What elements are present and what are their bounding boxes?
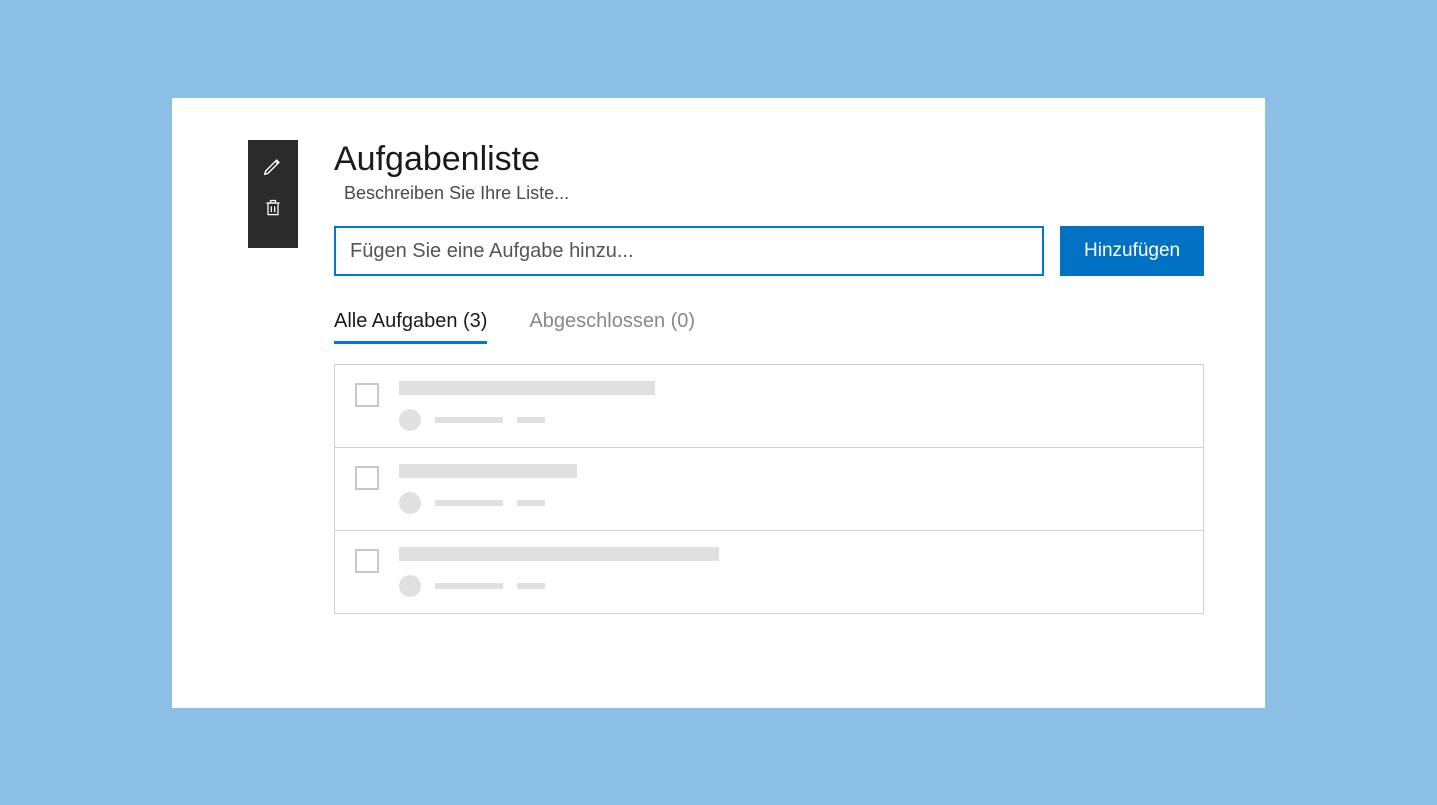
task-row[interactable] [335, 448, 1203, 531]
placeholder-text [517, 500, 545, 506]
task-input[interactable] [334, 226, 1044, 276]
add-task-row: Hinzufügen [334, 226, 1204, 276]
main-content: Aufgabenliste Beschreiben Sie Ihre Liste… [334, 140, 1204, 678]
task-row[interactable] [335, 531, 1203, 613]
task-checkbox[interactable] [355, 466, 379, 490]
task-row[interactable] [335, 365, 1203, 448]
task-list [334, 364, 1204, 614]
task-list-card: Aufgabenliste Beschreiben Sie Ihre Liste… [172, 98, 1265, 708]
page-subtitle[interactable]: Beschreiben Sie Ihre Liste... [344, 183, 1204, 204]
placeholder-line [399, 464, 577, 478]
tab-completed[interactable]: Abgeschlossen (0) [529, 310, 695, 344]
placeholder-line [399, 547, 719, 561]
task-checkbox[interactable] [355, 383, 379, 407]
placeholder-meta [399, 492, 1183, 514]
pencil-icon [262, 155, 284, 177]
placeholder-text [435, 583, 503, 589]
tab-all-tasks[interactable]: Alle Aufgaben (3) [334, 310, 487, 344]
task-placeholder-content [399, 547, 1183, 597]
add-button[interactable]: Hinzufügen [1060, 226, 1204, 276]
delete-button[interactable] [261, 196, 285, 220]
placeholder-text [517, 583, 545, 589]
task-checkbox[interactable] [355, 549, 379, 573]
placeholder-text [435, 417, 503, 423]
placeholder-avatar [399, 575, 421, 597]
placeholder-meta [399, 409, 1183, 431]
page-title: Aufgabenliste [334, 140, 1204, 179]
placeholder-line [399, 381, 655, 395]
placeholder-text [435, 500, 503, 506]
filter-tabs: Alle Aufgaben (3) Abgeschlossen (0) [334, 310, 1204, 344]
task-placeholder-content [399, 464, 1183, 514]
action-sidebar [248, 140, 298, 248]
placeholder-meta [399, 575, 1183, 597]
placeholder-avatar [399, 492, 421, 514]
task-placeholder-content [399, 381, 1183, 431]
trash-icon [263, 197, 283, 219]
placeholder-avatar [399, 409, 421, 431]
placeholder-text [517, 417, 545, 423]
edit-button[interactable] [261, 154, 285, 178]
